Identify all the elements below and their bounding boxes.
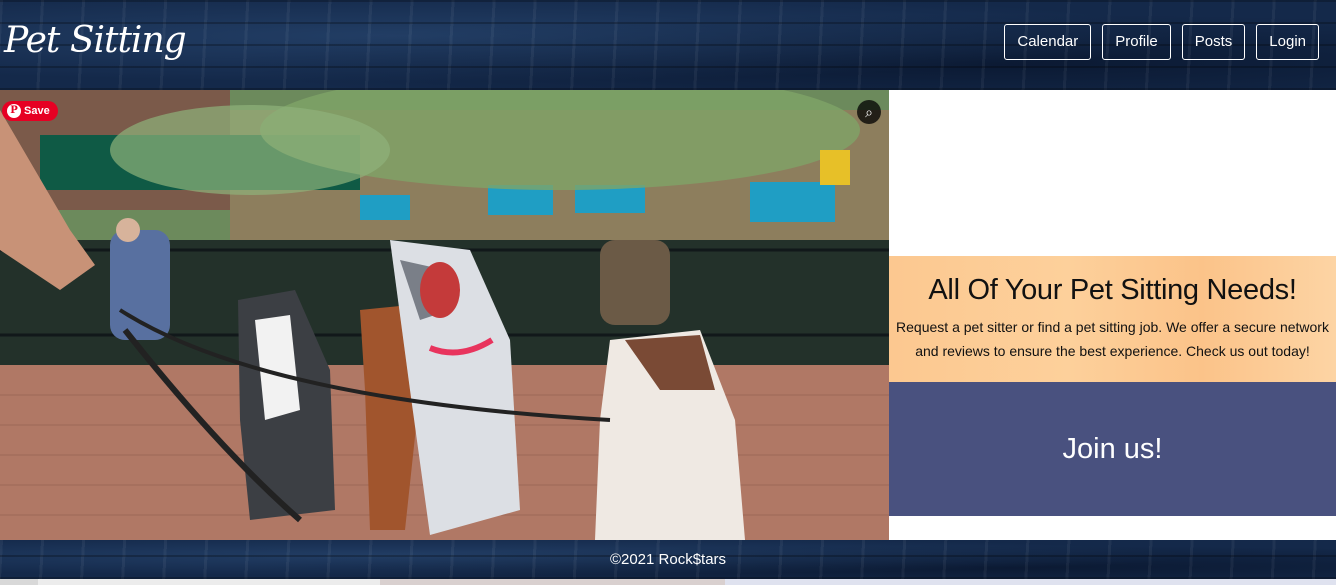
dogs-photo-illustration [0, 90, 889, 540]
visual-search-icon[interactable]: ⌕ [857, 100, 881, 124]
pinterest-icon: P [7, 104, 21, 118]
site-footer: ©2021 Rock$tars [0, 540, 1336, 579]
main-nav: Calendar Profile Posts Login [1004, 24, 1319, 60]
nav-posts-button[interactable]: Posts [1181, 24, 1246, 60]
nav-calendar-button[interactable]: Calendar [1004, 24, 1092, 60]
site-logo[interactable]: Pet Sitting [4, 20, 187, 61]
join-us-button[interactable]: Join us! [889, 382, 1336, 516]
promo-description: Request a pet sitter or find a pet sitti… [896, 319, 1329, 359]
bottom-edge-strip [0, 579, 1336, 585]
promo-title: All Of Your Pet Sitting Needs! [928, 274, 1297, 306]
hero-image: P Save [0, 90, 889, 540]
nav-profile-button[interactable]: Profile [1102, 24, 1171, 60]
promo-panel: All Of Your Pet Sitting Needs! Request a… [889, 256, 1336, 382]
save-label: Save [24, 105, 50, 117]
nav-login-button[interactable]: Login [1256, 24, 1319, 60]
copyright-text: ©2021 Rock$tars [609, 551, 727, 568]
site-header: Pet Sitting Calendar Profile Posts Login [0, 0, 1336, 90]
pinterest-save-button[interactable]: P Save [2, 101, 58, 121]
